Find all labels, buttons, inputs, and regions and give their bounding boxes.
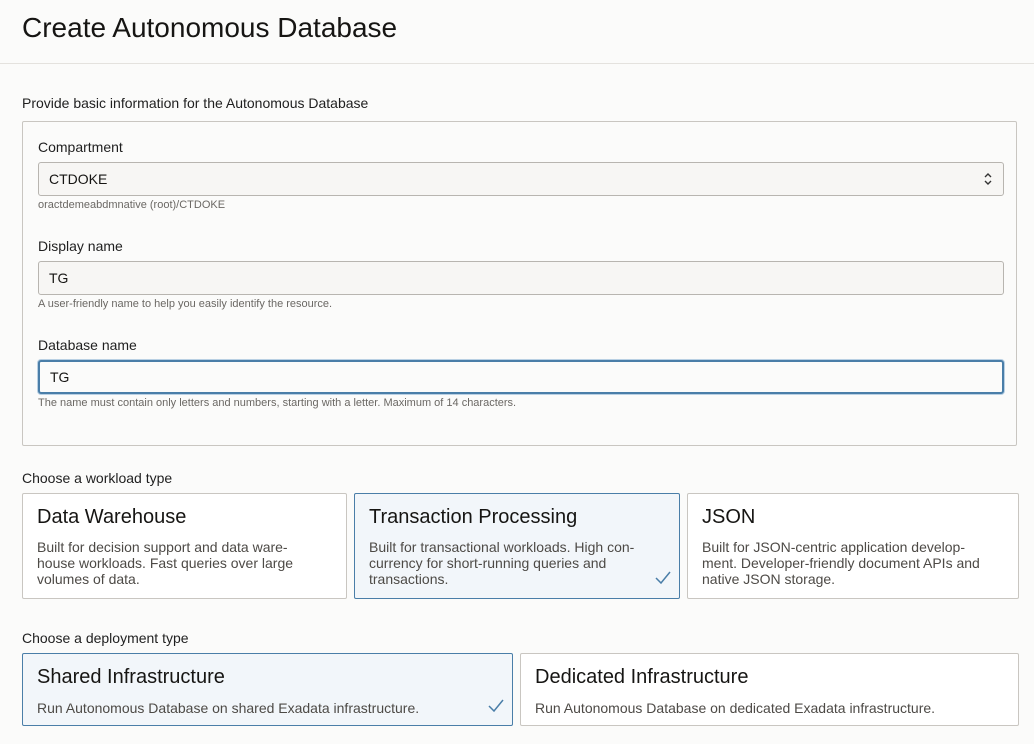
- card-title: Dedicated Infrastructure: [535, 666, 749, 688]
- card-description: Built for decision support and data ware…: [37, 539, 294, 587]
- deployment-card-shared[interactable]: Shared Infrastructure Run Autonomous Dat…: [22, 653, 513, 726]
- compartment-select[interactable]: CTDOKE: [38, 162, 1004, 196]
- card-description: Run Autonomous Database on shared Exadat…: [37, 700, 420, 716]
- card-title: Data Warehouse: [37, 506, 187, 528]
- compartment-help: oractdemeabdmnative (root)/CTDOKE: [38, 199, 226, 211]
- compartment-label: Compartment: [38, 139, 123, 155]
- page-header: Create Autonomous Database: [0, 0, 1034, 64]
- page-title: Create Autonomous Database: [22, 12, 398, 43]
- selected-check-icon: [488, 699, 504, 713]
- card-description: Run Autonomous Database on dedicated Exa…: [535, 700, 936, 716]
- card-title: Transaction Processing: [369, 506, 578, 528]
- display-name-help: A user-friendly name to help you easily …: [38, 298, 333, 310]
- card-title: Shared Infrastructure: [37, 666, 225, 688]
- deployment-card-dedicated[interactable]: Dedicated Infrastructure Run Autonomous …: [520, 653, 1019, 726]
- basic-info-panel: Compartment CTDOKE oractdemeabdmnative (…: [22, 121, 1017, 446]
- workload-section-label: Choose a workload type: [22, 470, 173, 486]
- selected-check-icon: [655, 571, 671, 585]
- display-name-label: Display name: [38, 238, 123, 254]
- card-description: Built for transactional workloads. High …: [369, 539, 635, 587]
- select-chevron-icon: [983, 171, 993, 187]
- workload-card-json[interactable]: JSON Built for JSON-centric application …: [687, 493, 1019, 599]
- basic-info-section-label: Provide basic information for the Autono…: [22, 95, 369, 111]
- card-title: JSON: [702, 506, 756, 528]
- deployment-section-label: Choose a deployment type: [22, 630, 189, 646]
- database-name-label: Database name: [38, 337, 137, 353]
- database-name-help: The name must contain only letters and n…: [38, 397, 517, 409]
- database-name-input[interactable]: [38, 360, 1004, 394]
- workload-card-data-warehouse[interactable]: Data Warehouse Built for decision suppor…: [22, 493, 347, 599]
- compartment-select-value: CTDOKE: [49, 171, 108, 187]
- card-description: Built for JSON-centric application devel…: [702, 539, 980, 587]
- display-name-input[interactable]: [38, 261, 1004, 295]
- workload-card-transaction-processing[interactable]: Transaction Processing Built for transac…: [354, 493, 680, 599]
